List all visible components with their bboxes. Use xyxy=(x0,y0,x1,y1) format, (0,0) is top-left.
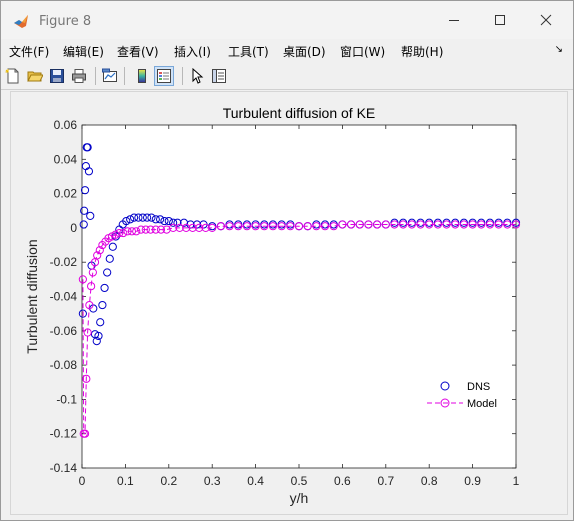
toolbar xyxy=(1,63,573,90)
x-tick-label: 0.6 xyxy=(334,474,351,488)
dock-arrow-icon[interactable]: ↘ xyxy=(555,44,563,55)
menu-tools[interactable]: 工具(T) xyxy=(228,43,269,60)
legend-dns-label: DNS xyxy=(467,381,490,393)
axes-box xyxy=(81,124,517,469)
menu-bar: 文件(F) 编辑(E) 查看(V) 插入(I) 工具(T) 桌面(D) 窗口(W… xyxy=(1,39,573,61)
pointer-arrow-icon xyxy=(192,68,204,84)
x-tick-label: 0.5 xyxy=(291,474,308,488)
figure-canvas[interactable]: 0 0.1 0.2 0.3 0.4 0.5 0.6 0.7 0.8 0.9 1 0.06 0.04 0.0… xyxy=(10,91,568,515)
y-tick-label: 0.06 xyxy=(54,118,78,132)
close-button[interactable] xyxy=(523,1,569,39)
property-inspector-icon xyxy=(212,69,226,83)
new-figure-button[interactable] xyxy=(3,66,23,86)
x-tick-label: 0.2 xyxy=(160,474,177,488)
x-tick-label: 0.7 xyxy=(377,474,394,488)
menu-file[interactable]: 文件(F) xyxy=(9,43,49,60)
x-tick-label: 0.9 xyxy=(464,474,481,488)
y-tick-label: -0.06 xyxy=(50,324,78,338)
print-button[interactable] xyxy=(69,66,89,86)
chart: 0 0.1 0.2 0.3 0.4 0.5 0.6 0.7 0.8 0.9 1 0.06 0.04 0.0… xyxy=(24,105,521,506)
legend-model-label: Model xyxy=(467,398,497,410)
legend-button[interactable] xyxy=(154,66,174,86)
colorbar-icon xyxy=(138,69,146,83)
y-tick-label: -0.12 xyxy=(50,427,78,441)
open-folder-icon xyxy=(27,71,43,82)
open-file-button[interactable] xyxy=(25,66,45,86)
new-file-icon xyxy=(5,68,19,84)
link-plot-button[interactable] xyxy=(100,66,120,86)
maximize-icon xyxy=(495,15,505,25)
chart-title: Turbulent diffusion of KE xyxy=(223,105,376,121)
menu-edit[interactable]: 编辑(E) xyxy=(63,43,104,60)
window-title: Figure 8 xyxy=(39,14,92,29)
minimize-icon xyxy=(449,20,459,21)
x-tick-label: 1 xyxy=(513,474,520,488)
printer-icon xyxy=(72,69,86,83)
menu-help[interactable]: 帮助(H) xyxy=(401,43,443,60)
legend-icon xyxy=(157,69,171,83)
toolbar-separator xyxy=(182,67,183,85)
close-icon xyxy=(540,14,552,26)
y-axis-label: Turbulent diffusion xyxy=(24,239,40,353)
x-tick-label: 0.4 xyxy=(247,474,264,488)
menu-view[interactable]: 查看(V) xyxy=(117,43,159,60)
menu-insert[interactable]: 插入(I) xyxy=(174,43,211,60)
menu-desktop[interactable]: 桌面(D) xyxy=(283,43,326,60)
link-plot-icon xyxy=(102,68,117,82)
y-tick-label: 0.02 xyxy=(54,187,78,201)
x-tick-label: 0.1 xyxy=(117,474,134,488)
save-disk-icon xyxy=(50,69,64,83)
y-tick-label: -0.04 xyxy=(50,290,78,304)
y-tick-label: 0 xyxy=(70,221,77,235)
menu-window[interactable]: 窗口(W) xyxy=(340,43,385,60)
matlab-logo-icon xyxy=(14,15,28,28)
y-tick-label: -0.08 xyxy=(50,358,78,372)
save-button[interactable] xyxy=(47,66,67,86)
toolbar-separator xyxy=(124,67,125,85)
x-tick-label: 0.3 xyxy=(204,474,221,488)
y-tick-label: 0.04 xyxy=(54,152,78,166)
property-inspector-button[interactable] xyxy=(209,66,229,86)
y-tick-label: -0.02 xyxy=(50,255,78,269)
y-tick-label: -0.1 xyxy=(56,392,77,406)
maximize-button[interactable] xyxy=(477,1,523,39)
minimize-button[interactable] xyxy=(431,1,477,39)
figure-window: Figure 8 文件(F) 编辑(E) 查看(V) 插入(I) 工具(T) 桌… xyxy=(0,0,574,521)
x-tick-label: 0.8 xyxy=(421,474,438,488)
toolbar-separator xyxy=(95,67,96,85)
colorbar-button[interactable] xyxy=(132,66,152,86)
x-tick-label: 0 xyxy=(79,474,86,488)
title-bar[interactable]: Figure 8 xyxy=(1,1,573,39)
pointer-arrow-button[interactable] xyxy=(187,66,207,86)
x-axis-label: y/h xyxy=(290,490,309,506)
y-tick-label: -0.14 xyxy=(50,461,78,475)
